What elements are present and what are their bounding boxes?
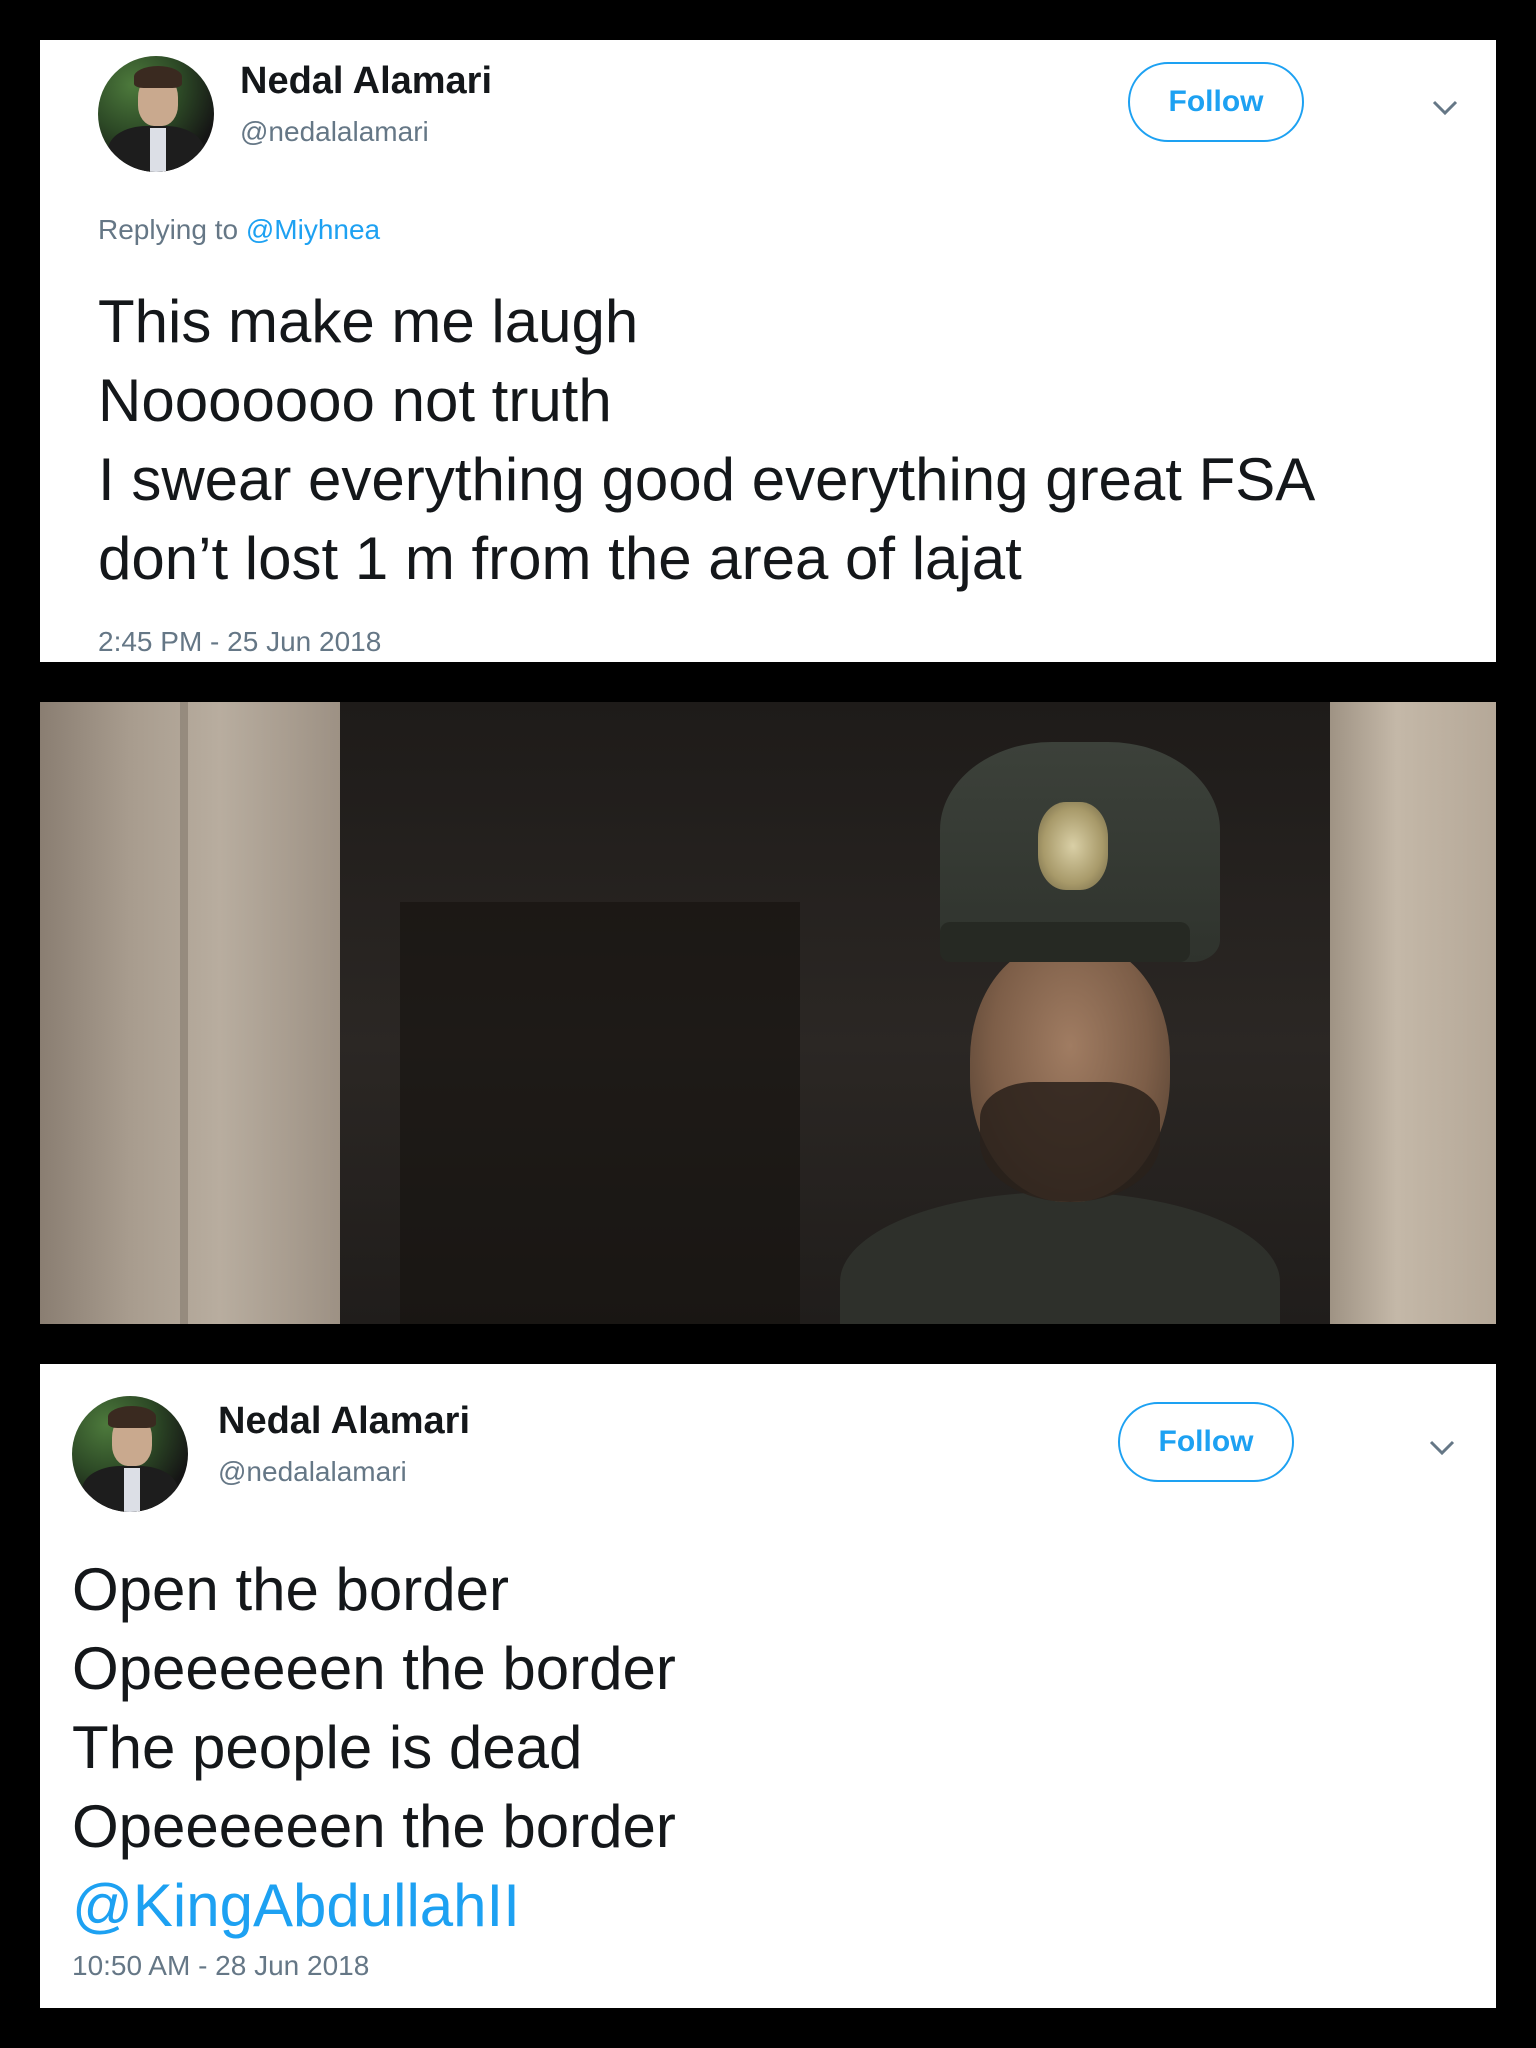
author-handle[interactable]: @nedalalamari (240, 116, 429, 148)
tweet-text: This make me laugh Nooooooo not truth I … (98, 282, 1315, 598)
avatar[interactable] (98, 56, 214, 172)
replying-prefix: Replying to (98, 214, 239, 245)
follow-button[interactable]: Follow (1128, 62, 1304, 142)
tweet-line: The people is dead (72, 1714, 583, 1781)
cap-badge-icon (1038, 802, 1108, 890)
chevron-down-icon[interactable] (1425, 88, 1465, 128)
tweet-line: This make me laugh (98, 288, 639, 355)
photo-soldier (40, 702, 1496, 1324)
tweet-line: Open the border (72, 1556, 509, 1623)
tweet-line: I swear everything good everything great… (98, 446, 1316, 513)
wall-right (1330, 702, 1496, 1324)
author-name[interactable]: Nedal Alamari (218, 1400, 470, 1443)
timestamp[interactable]: 10:50 AM - 28 Jun 2018 (72, 1950, 369, 1982)
tweet-card-2: Nedal Alamari @nedalalamari Follow Open … (40, 1364, 1496, 2008)
soldier-figure (840, 722, 1280, 1324)
tweet-card-1: Nedal Alamari @nedalalamari Follow Reply… (40, 40, 1496, 662)
avatar[interactable] (72, 1396, 188, 1512)
chevron-down-icon[interactable] (1422, 1428, 1462, 1468)
tweet-line: Nooooooo not truth (98, 367, 612, 434)
replying-mention-link[interactable]: @Miyhnea (246, 214, 380, 245)
mention-link[interactable]: @KingAbdullahII (72, 1866, 676, 1945)
tweet-line: Opeeeeeen the border (72, 1635, 676, 1702)
author-name[interactable]: Nedal Alamari (240, 60, 492, 103)
author-handle[interactable]: @nedalalamari (218, 1456, 407, 1488)
tweet-line: Opeeeeeen the border (72, 1793, 676, 1860)
tweet-text: Open the border Opeeeeeen the border The… (72, 1550, 676, 1945)
follow-button[interactable]: Follow (1118, 1402, 1294, 1482)
wall-left (40, 702, 340, 1324)
replying-to: Replying to @Miyhnea (98, 214, 380, 246)
tweet-line: don’t lost 1 m from the area of lajat (98, 525, 1022, 592)
timestamp[interactable]: 2:45 PM - 25 Jun 2018 (98, 626, 381, 658)
